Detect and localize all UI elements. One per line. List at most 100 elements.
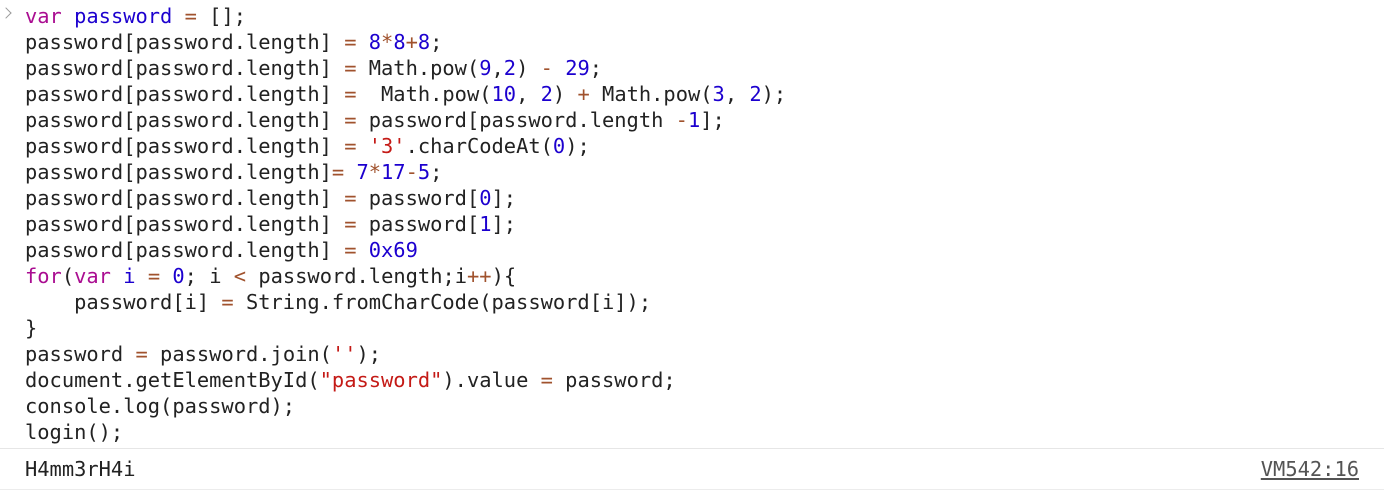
code-token: String.fromCharCode(password[i]); <box>233 290 652 314</box>
code-token: = <box>344 108 357 132</box>
code-token: 10 <box>491 82 517 106</box>
code-token: var <box>74 264 111 288</box>
code-token: = <box>344 186 357 210</box>
code-token: password[password.length] <box>25 186 345 210</box>
code-line: console.log(password); <box>25 393 786 419</box>
code-token: 0 <box>552 134 566 158</box>
code-token: console.log(password); <box>25 394 296 418</box>
code-token: password; <box>552 368 676 392</box>
code-token: ; i <box>184 264 234 288</box>
code-token: , <box>516 82 541 106</box>
code-line: } <box>25 315 786 341</box>
code-line: document.getElementById("password").valu… <box>25 367 786 393</box>
source-location-link[interactable]: VM542:16 <box>1261 456 1359 482</box>
code-token: , <box>724 82 750 106</box>
code-token: Math.pow( <box>356 56 480 80</box>
code-token: var <box>25 4 62 28</box>
code-token: password[password.length] <box>25 134 345 158</box>
code-token: 2 <box>503 56 517 80</box>
code-token: + <box>405 30 418 54</box>
code-token: password[password.length] <box>25 56 345 80</box>
code-token: ; <box>589 56 603 80</box>
code-token: password[password.length] <box>25 30 345 54</box>
code-token: password[password.length] <box>25 82 345 106</box>
code-token: * <box>368 160 382 184</box>
code-line: password[password.length] = password[pas… <box>25 107 786 133</box>
code-token: password[password.length <box>356 108 676 132</box>
code-token: 17 <box>381 160 406 184</box>
code-token: = <box>331 160 345 184</box>
code-token: password[password.length] <box>25 108 345 132</box>
code-token: password[password.length] <box>25 160 332 184</box>
code-token: ; <box>430 30 443 54</box>
code-line: password[password.length] = '3'.charCode… <box>25 133 786 159</box>
code-token: password.join( <box>147 342 332 366</box>
code-token: 0 <box>172 264 185 288</box>
code-token: = <box>344 212 357 236</box>
code-token: * <box>381 30 394 54</box>
code-token: Math.pow( <box>356 82 492 106</box>
code-token: password[password.length] <box>25 212 345 236</box>
code-token: = <box>135 342 148 366</box>
code-token: 29 <box>565 56 590 80</box>
code-token: ++ <box>467 264 492 288</box>
code-token: for <box>25 264 62 288</box>
code-token: ).value <box>442 368 541 392</box>
code-token: + <box>577 82 590 106</box>
code-line: password[password.length] = Math.pow(10,… <box>25 81 786 107</box>
code-token: password.length;i <box>246 264 468 288</box>
code-token: ); <box>356 342 382 366</box>
console-output-entry: H4mm3rH4i VM542:16 <box>0 448 1384 490</box>
code-token: 9 <box>479 56 492 80</box>
chevron-right-icon <box>0 7 12 19</box>
code-line: for(var i = 0; i < password.length;i++){ <box>25 263 786 289</box>
code-line: password[password.length]= 7*17-5; <box>25 159 786 185</box>
code-block[interactable]: var password = []; password[password.leng… <box>25 3 786 445</box>
code-token: - <box>540 56 553 80</box>
code-token: = <box>344 238 357 262</box>
code-token: ); <box>761 82 787 106</box>
code-token: 8 <box>417 30 431 54</box>
code-token: 2 <box>540 82 553 106</box>
code-token: 2 <box>749 82 762 106</box>
code-token: password <box>25 342 136 366</box>
log-output: H4mm3rH4i <box>25 457 136 481</box>
code-token: ){ <box>491 264 517 288</box>
code-token: 3 <box>712 82 725 106</box>
code-token: ]; <box>491 212 517 236</box>
code-token: 1 <box>687 108 701 132</box>
code-line: password[i] = String.fromCharCode(passwo… <box>25 289 786 315</box>
code-line: password[password.length] = password[0]; <box>25 185 786 211</box>
console-input-entry[interactable]: var password = []; password[password.leng… <box>0 0 1384 448</box>
code-token: = <box>344 82 357 106</box>
code-token: document.getElementById( <box>25 368 320 392</box>
code-token: "password" <box>319 368 443 392</box>
code-token: ]; <box>491 186 517 210</box>
code-token: - <box>675 108 688 132</box>
code-token: '3' <box>368 134 406 158</box>
code-line: password[password.length] = 8*8+8; <box>25 29 786 55</box>
code-token: 0 <box>479 186 492 210</box>
code-line: password[password.length] = password[1]; <box>25 211 786 237</box>
code-token: []; <box>196 4 247 28</box>
code-token: password[ <box>356 212 480 236</box>
code-token: , <box>491 56 504 80</box>
code-token: 8 <box>368 30 382 54</box>
code-token: 8 <box>393 30 406 54</box>
code-token: = <box>344 134 357 158</box>
code-token: password[i] <box>25 290 222 314</box>
code-token: = <box>184 4 197 28</box>
code-token: = <box>344 30 357 54</box>
code-token: ]; <box>700 108 725 132</box>
code-line: password = password.join(''); <box>25 341 786 367</box>
code-token: ); <box>565 134 590 158</box>
code-line: var password = []; <box>25 3 786 29</box>
code-line: password[password.length] = 0x69 <box>25 237 786 263</box>
